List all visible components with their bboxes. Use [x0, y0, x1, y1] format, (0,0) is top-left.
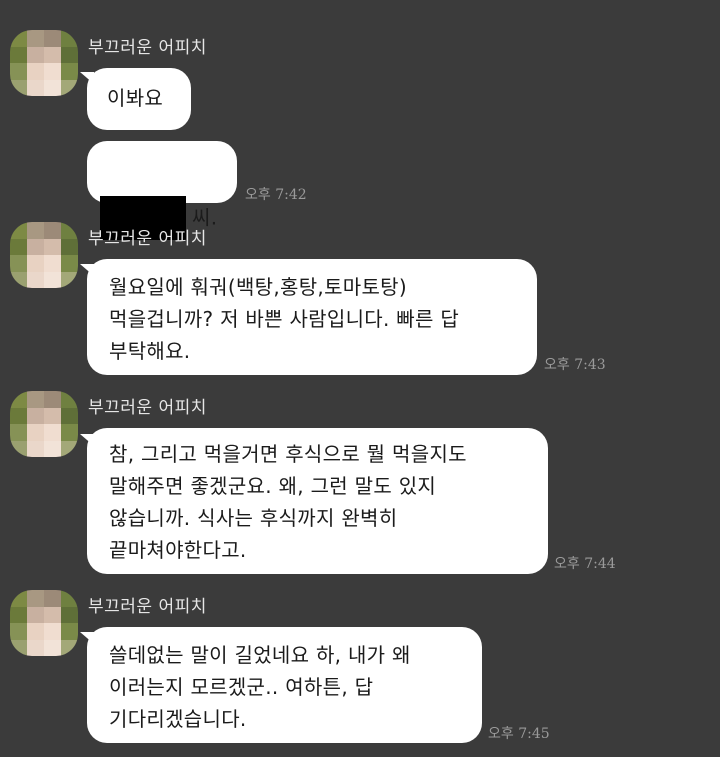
- message-time: 오후 7:42: [245, 187, 307, 203]
- sender-avatar[interactable]: [10, 30, 78, 96]
- message-bubble[interactable]: 참, 그리고 먹을거면 후식으로 뭘 먹을지도 말해주면 좋겠군요. 왜, 그런…: [87, 428, 548, 574]
- message-bubble[interactable]: 월요일에 훠궈(백탕,홍탕,토마토탕) 먹을겁니까? 저 바쁜 사람입니다. 빠…: [87, 259, 537, 375]
- sender-avatar[interactable]: [10, 222, 78, 288]
- message-bubble[interactable]: 이봐요: [87, 68, 191, 130]
- message-suffix: 씨.: [192, 205, 218, 230]
- sender-avatar[interactable]: [10, 391, 78, 457]
- sender-name: 부끄러운 어피치: [88, 398, 207, 418]
- sender-name: 부끄러운 어피치: [88, 597, 207, 617]
- message-time: 오후 7:43: [544, 357, 606, 373]
- message-bubble[interactable]: 쓸데없는 말이 길었네요 하, 내가 왜 이러는지 모르겠군.. 여하튼, 답 …: [87, 627, 482, 743]
- sender-name: 부끄러운 어피치: [88, 38, 207, 58]
- message-time: 오후 7:45: [488, 726, 550, 742]
- message-bubble-redacted[interactable]: 씨.: [87, 141, 237, 240]
- sender-name: 부끄러운 어피치: [88, 229, 207, 249]
- message-time: 오후 7:44: [554, 556, 616, 572]
- sender-avatar[interactable]: [10, 590, 78, 656]
